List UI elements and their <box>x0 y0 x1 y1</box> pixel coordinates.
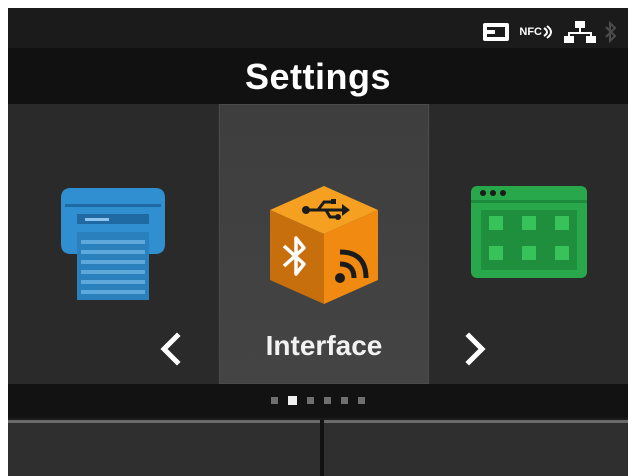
printer-display: NFC Settings Interface <box>8 8 628 476</box>
page-indicator <box>271 396 365 405</box>
page-title: Settings <box>244 56 391 97</box>
header: Settings <box>8 48 628 106</box>
softkey-right-button[interactable] <box>324 420 628 476</box>
bluetooth-icon <box>605 20 617 44</box>
tile-interface[interactable]: Interface <box>219 104 429 384</box>
nfc-icon: NFC <box>519 24 556 40</box>
page-dot <box>341 397 348 404</box>
tile-printing[interactable] <box>8 104 218 384</box>
page-dot <box>307 397 314 404</box>
page-dot <box>324 397 331 404</box>
menu-carousel[interactable]: Interface <box>8 104 628 384</box>
page-dot <box>358 397 365 404</box>
softkey-left-button[interactable] <box>8 420 320 476</box>
lan-icon <box>564 21 596 43</box>
chevron-right-icon[interactable] <box>460 332 490 366</box>
chevron-left-icon[interactable] <box>156 332 186 366</box>
status-bar: NFC <box>481 16 618 48</box>
applications-icon <box>471 186 587 278</box>
softkey-bar <box>8 420 628 476</box>
nfc-label: NFC <box>519 26 542 38</box>
page-dot-active <box>288 396 297 405</box>
page-indicator-bar <box>8 384 628 418</box>
tile-label-interface: Interface <box>265 330 383 361</box>
printing-icon <box>61 188 165 300</box>
sd-card-icon <box>483 23 510 41</box>
interface-cube-icon <box>270 186 378 304</box>
page-dot <box>271 397 278 404</box>
